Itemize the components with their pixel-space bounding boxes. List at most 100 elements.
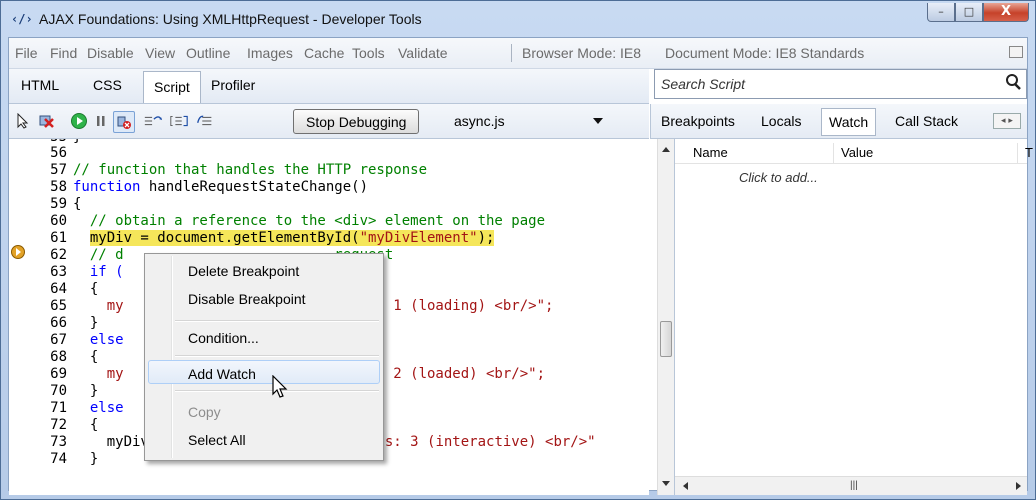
column-type[interactable]: T (1025, 145, 1033, 160)
continue-icon[interactable] (69, 111, 89, 131)
document-mode-menu[interactable]: Document Mode: IE8 Standards (665, 45, 864, 61)
code-line[interactable]: // function that handles the HTTP respon… (73, 162, 427, 178)
watch-header: Name Value T (675, 143, 1033, 164)
scroll-grip-icon[interactable]: ||| (850, 480, 858, 491)
tab-html[interactable]: HTML (21, 77, 59, 93)
code-vertical-scrollbar[interactable] (657, 139, 674, 495)
menu-disable[interactable]: Disable (87, 45, 134, 61)
step-over-icon[interactable] (169, 111, 189, 131)
copy-item[interactable]: Copy (188, 404, 221, 420)
scroll-thumb[interactable] (660, 321, 672, 357)
minimize-button[interactable]: – (927, 3, 955, 22)
context-menu-separator (175, 320, 379, 322)
window-title: AJAX Foundations: Using XMLHttpRequest -… (39, 11, 422, 27)
window-controls: – □ X (927, 3, 1029, 22)
devtools-app-icon: ‹/› (11, 12, 33, 26)
condition-item[interactable]: Condition... (188, 330, 259, 346)
line-number: 64 (50, 281, 67, 297)
code-line[interactable]: } (73, 139, 81, 145)
menu-find[interactable]: Find (50, 45, 77, 61)
tab-call-stack[interactable]: Call Stack (895, 113, 958, 129)
line-number: 67 (50, 332, 67, 348)
code-line[interactable]: } (73, 451, 98, 467)
column-divider[interactable] (1017, 143, 1018, 163)
scroll-up-arrow-icon[interactable] (662, 147, 670, 152)
close-button[interactable]: X (983, 3, 1029, 22)
step-out-icon[interactable] (195, 111, 215, 131)
code-line[interactable]: function handleRequestStateChange() (73, 179, 368, 195)
line-number: 62 (50, 247, 67, 263)
step-into-icon[interactable] (143, 111, 163, 131)
menu-outline[interactable]: Outline (186, 45, 230, 61)
code-line[interactable]: { (73, 417, 98, 433)
menu-validate[interactable]: Validate (398, 45, 448, 61)
tab-scroll-arrows-icon[interactable]: ◂ ▸ (993, 113, 1021, 129)
menu-images[interactable]: Images (247, 45, 293, 61)
watch-panel: Name Value T Click to add... ||| (674, 139, 1033, 495)
clear-breakpoints-icon[interactable] (37, 111, 57, 131)
keyword-function: function (73, 179, 141, 195)
code-line[interactable]: // obtain a reference to the <div> eleme… (73, 213, 545, 229)
select-all-item[interactable]: Select All (188, 432, 246, 448)
line-number: 59 (50, 196, 67, 212)
search-input[interactable] (659, 75, 963, 93)
line-number: 74 (50, 451, 67, 467)
disable-breakpoint-item[interactable]: Disable Breakpoint (188, 291, 306, 307)
stop-debugging-button[interactable]: Stop Debugging (293, 109, 420, 134)
add-watch-item[interactable]: Add Watch (188, 366, 256, 382)
column-value[interactable]: Value (841, 145, 873, 160)
menu-separator (511, 44, 512, 62)
line-number: 58 (50, 179, 67, 195)
context-menu-icon-gutter (171, 256, 173, 458)
search-icon[interactable] (1004, 73, 1022, 91)
line-number: 70 (50, 383, 67, 399)
current-statement-highlight: myDiv = document.getElementById("myDivEl… (89, 230, 495, 246)
title-bar[interactable]: ‹/› AJAX Foundations: Using XMLHttpReque… (1, 1, 1035, 37)
tab-locals[interactable]: Locals (761, 113, 801, 129)
line-number: 63 (50, 264, 67, 280)
unpin-icon[interactable] (1009, 46, 1023, 58)
line-number: 73 (50, 434, 67, 450)
tab-script[interactable]: Script (143, 71, 201, 103)
scroll-left-arrow-icon[interactable] (683, 482, 688, 490)
script-file-selector[interactable]: async.js (454, 113, 505, 129)
maximize-button[interactable]: □ (955, 3, 983, 22)
tab-css[interactable]: CSS (93, 77, 122, 93)
debug-panel-tabs: Breakpoints Locals Watch Call Stack ◂ ▸ (650, 104, 1027, 139)
click-to-add-watch[interactable]: Click to add... (739, 170, 818, 185)
code-line[interactable]: { (73, 196, 81, 212)
script-toolbar: Stop Debugging async.js (9, 104, 649, 139)
scroll-down-arrow-icon[interactable] (662, 481, 670, 486)
delete-breakpoint-item[interactable]: Delete Breakpoint (188, 263, 299, 279)
code-line[interactable]: if ( (73, 264, 124, 280)
line-number: 61 (50, 230, 67, 246)
tab-watch[interactable]: Watch (821, 108, 877, 136)
code-line[interactable]: } (73, 383, 98, 399)
code-line[interactable]: } (73, 315, 98, 331)
break-on-error-icon[interactable] (113, 111, 135, 133)
select-element-icon[interactable] (13, 111, 33, 131)
column-name[interactable]: Name (693, 145, 728, 160)
menu-file[interactable]: File (15, 45, 38, 61)
code-line[interactable]: { (73, 349, 98, 365)
line-number: 71 (50, 400, 67, 416)
menu-cache[interactable]: Cache (304, 45, 344, 61)
column-divider[interactable] (833, 143, 834, 163)
tab-profiler[interactable]: Profiler (211, 77, 255, 93)
code-line-current[interactable]: myDiv = document.getElementById("myDivEl… (73, 230, 495, 246)
scroll-right-arrow-icon[interactable] (1016, 482, 1021, 490)
browser-mode-menu[interactable]: Browser Mode: IE8 (522, 45, 641, 61)
line-number: 69 (50, 366, 67, 382)
main-tab-bar: HTML CSS Script Profiler (9, 69, 649, 104)
watch-horizontal-scrollbar[interactable]: ||| (675, 476, 1027, 495)
pause-icon[interactable] (91, 111, 111, 131)
search-box (654, 69, 1027, 99)
line-number: 57 (50, 162, 67, 178)
menu-view[interactable]: View (145, 45, 175, 61)
code-line[interactable]: { (73, 281, 98, 297)
line-number: 72 (50, 417, 67, 433)
line-number: 66 (50, 315, 67, 331)
menu-tools[interactable]: Tools (352, 45, 385, 61)
chevron-down-icon[interactable] (593, 118, 603, 124)
tab-breakpoints[interactable]: Breakpoints (661, 113, 735, 129)
